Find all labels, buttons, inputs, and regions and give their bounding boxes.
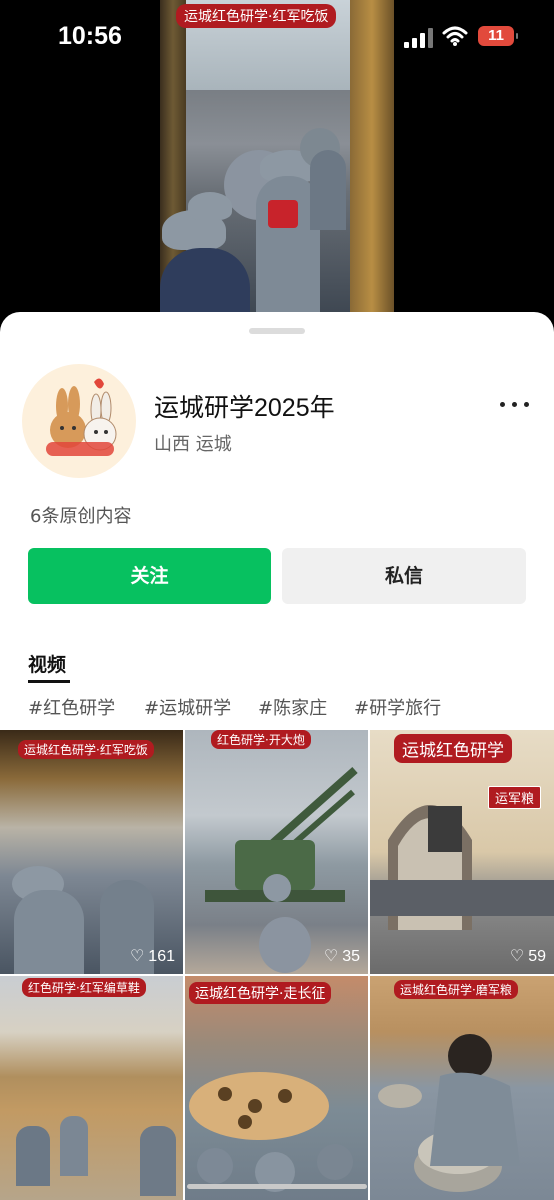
video-title: 红色研学·红军编草鞋 bbox=[22, 978, 146, 997]
cannon-graphic bbox=[205, 767, 358, 973]
like-count: ♡ 59 bbox=[509, 948, 546, 965]
message-button[interactable]: 私信 bbox=[282, 548, 526, 604]
heart-icon: ♡ bbox=[323, 948, 339, 965]
video-title: 运城红色研学·走长征 bbox=[189, 982, 332, 1004]
video-thumbnail[interactable]: 运城红色研学·走长征 bbox=[185, 976, 368, 1200]
like-count: ♡ 35 bbox=[323, 948, 360, 965]
bunny-logo bbox=[46, 378, 117, 456]
profile-location: 山西 运城 bbox=[154, 434, 232, 455]
video-thumbnail[interactable]: 红色研学·红军编草鞋 bbox=[0, 976, 183, 1200]
status-time: 10:56 bbox=[58, 22, 122, 50]
arch-graphic bbox=[370, 805, 554, 930]
follow-button[interactable]: 关注 bbox=[28, 548, 271, 604]
content-count: 6条原创内容 bbox=[30, 506, 132, 527]
video-badge: 运军粮 bbox=[488, 786, 542, 809]
board-graphic bbox=[189, 1072, 353, 1192]
hero-figure bbox=[310, 150, 346, 230]
tag-row: #红色研学 #运城研学 #陈家庄 #研学旅行 bbox=[0, 694, 554, 724]
avatar[interactable] bbox=[22, 364, 136, 478]
heart-icon: ♡ bbox=[509, 948, 525, 965]
video-grid: 运城红色研学·红军吃饭 ♡ 161 红色研学·开大炮 ♡ 35 运城红色研学 运… bbox=[0, 730, 554, 1200]
signal-icon bbox=[404, 28, 433, 48]
tag-chip[interactable]: #红色研学 bbox=[28, 694, 115, 720]
video-title: 红色研学·开大炮 bbox=[211, 730, 311, 749]
video-thumbnail[interactable]: 运城红色研学 运军粮 ♡ 59 bbox=[370, 730, 554, 974]
hero-figure bbox=[268, 200, 298, 228]
tag-chip[interactable]: #研学旅行 bbox=[354, 694, 441, 720]
video-thumbnail[interactable]: 红色研学·开大炮 ♡ 35 bbox=[185, 730, 368, 974]
like-count: ♡ 161 bbox=[129, 948, 175, 965]
hero-figure bbox=[160, 248, 250, 320]
profile-name: 运城研学2025年 bbox=[154, 394, 335, 422]
video-title: 运城红色研学·红军吃饭 bbox=[18, 740, 154, 759]
tab-videos[interactable]: 视频 bbox=[28, 650, 66, 677]
video-thumbnail[interactable]: 运城红色研学·磨军粮 bbox=[370, 976, 554, 1200]
hero-figure bbox=[188, 192, 232, 220]
tag-chip[interactable]: #运城研学 bbox=[144, 694, 231, 720]
battery-icon: 11 bbox=[478, 26, 518, 46]
tag-chip[interactable]: #陈家庄 bbox=[258, 694, 327, 720]
video-thumbnail[interactable]: 运城红色研学·红军吃饭 ♡ 161 bbox=[0, 730, 183, 974]
wifi-icon bbox=[442, 26, 468, 46]
video-title: 运城红色研学 bbox=[394, 734, 512, 763]
home-indicator bbox=[187, 1184, 367, 1189]
heart-icon: ♡ bbox=[129, 948, 145, 965]
tab-underline bbox=[28, 680, 70, 683]
status-bar: 10:56 11 bbox=[0, 0, 554, 72]
sheet-handle[interactable] bbox=[249, 328, 305, 334]
video-title: 运城红色研学·磨军粮 bbox=[394, 980, 518, 999]
profile-sheet: 运城研学2025年 山西 运城 6条原创内容 关注 私信 视频 #红色研学 #运… bbox=[0, 312, 554, 1200]
millstone-graphic bbox=[378, 1034, 520, 1192]
more-icon[interactable] bbox=[498, 394, 532, 414]
